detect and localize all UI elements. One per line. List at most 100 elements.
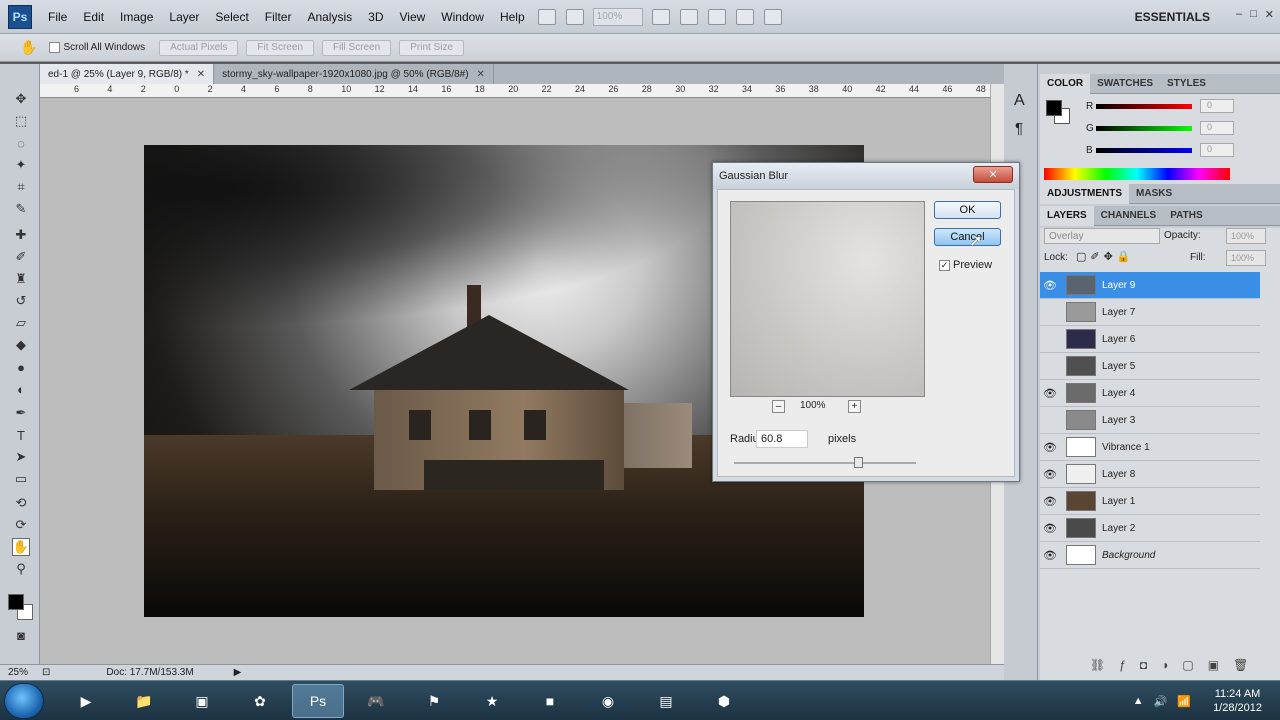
clone-stamp-tool-icon[interactable]: ♜: [12, 270, 30, 288]
red-slider[interactable]: R 0: [1086, 99, 1234, 113]
hand-tool-icon[interactable]: ✋: [12, 538, 30, 556]
photoshop-logo-icon[interactable]: Ps: [8, 4, 32, 29]
tab-color[interactable]: COLOR: [1040, 73, 1091, 94]
fill-field[interactable]: 100%: [1226, 250, 1266, 266]
taskbar-app-icon[interactable]: ▣: [176, 684, 228, 718]
status-options-icon[interactable]: ⊡: [42, 667, 50, 678]
menu-3d[interactable]: 3D: [360, 10, 391, 24]
menu-file[interactable]: File: [40, 10, 75, 24]
preview-zoom-in-button[interactable]: +: [848, 400, 861, 413]
color-spectrum[interactable]: [1044, 168, 1230, 180]
tab-swatches[interactable]: SWATCHES: [1090, 74, 1160, 94]
red-track[interactable]: [1096, 103, 1192, 109]
blend-mode-dropdown[interactable]: Overlay: [1044, 228, 1160, 244]
minimize-icon[interactable]: –: [1236, 8, 1242, 21]
hand-tool-icon[interactable]: [651, 8, 670, 25]
view-extras-icon[interactable]: [565, 8, 584, 25]
zoom-readout[interactable]: 25%: [8, 667, 28, 678]
visibility-eye-icon[interactable]: [1040, 353, 1060, 380]
taskbar-app-icon[interactable]: ■: [524, 684, 576, 718]
type-tool-icon[interactable]: T: [12, 426, 30, 444]
taskbar-app-icon[interactable]: ✿: [234, 684, 286, 718]
menu-filter[interactable]: Filter: [257, 10, 300, 24]
layer-thumbnail[interactable]: [1066, 302, 1096, 322]
close-icon[interactable]: ✕: [477, 69, 485, 80]
opacity-field[interactable]: 100%: [1226, 228, 1266, 244]
layer-row[interactable]: 👁 Layer 4: [1040, 380, 1260, 407]
print-size-button[interactable]: Print Size: [399, 39, 465, 56]
zoom-tool-icon[interactable]: [679, 8, 698, 25]
layer-row[interactable]: 👁 Layer 2: [1040, 515, 1260, 542]
layer-thumbnail[interactable]: [1066, 545, 1096, 565]
history-brush-tool-icon[interactable]: ↺: [12, 292, 30, 310]
tab-layers[interactable]: LAYERS: [1040, 205, 1094, 226]
taskbar-app-icon[interactable]: Ps: [292, 684, 344, 718]
maximize-icon[interactable]: □: [1250, 8, 1257, 21]
foreground-color-swatch[interactable]: [8, 594, 24, 610]
rotate-view-icon[interactable]: [707, 8, 726, 25]
zoom-tool-icon[interactable]: ⚲: [12, 560, 30, 578]
zoom-level-dropdown[interactable]: 100%: [592, 7, 643, 26]
actual-pixels-button[interactable]: Actual Pixels: [159, 39, 239, 56]
menu-view[interactable]: View: [391, 10, 433, 24]
eyedropper-tool-icon[interactable]: ✎: [12, 200, 30, 218]
layer-thumbnail[interactable]: [1066, 356, 1096, 376]
close-icon[interactable]: ✕: [197, 69, 205, 80]
marquee-tool-icon[interactable]: ⬚: [12, 112, 30, 130]
move-tool-icon[interactable]: ✥: [12, 90, 30, 108]
volume-icon[interactable]: 🔊: [1154, 695, 1168, 708]
menu-analysis[interactable]: Analysis: [299, 10, 360, 24]
taskbar-app-icon[interactable]: ★: [466, 684, 518, 718]
scroll-all-windows-checkbox[interactable]: Scroll All Windows: [49, 41, 145, 53]
tab-styles[interactable]: STYLES: [1160, 74, 1213, 94]
visibility-eye-icon[interactable]: 👁: [1040, 542, 1060, 569]
tab-adjustments[interactable]: ADJUSTMENTS: [1040, 183, 1130, 204]
layer-thumbnail[interactable]: [1066, 329, 1096, 349]
clock[interactable]: 11:24 AM 1/28/2012: [1213, 687, 1262, 715]
layer-thumbnail[interactable]: [1066, 410, 1096, 430]
magic-wand-tool-icon[interactable]: ✦: [12, 156, 30, 174]
paragraph-panel-icon[interactable]: ¶: [1015, 120, 1023, 137]
layer-row[interactable]: Layer 3: [1040, 407, 1260, 434]
green-track[interactable]: [1096, 125, 1192, 131]
menu-select[interactable]: Select: [207, 10, 256, 24]
shape-tool-icon[interactable]: ▭: [12, 470, 30, 488]
layer-row[interactable]: 👁 Vibrance 1: [1040, 434, 1260, 461]
taskbar-app-icon[interactable]: 📁: [118, 684, 170, 718]
layer-thumbnail[interactable]: [1066, 275, 1096, 295]
layer-row[interactable]: 👁 Layer 8: [1040, 461, 1260, 488]
layer-row[interactable]: Layer 7: [1040, 299, 1260, 326]
red-value[interactable]: 0: [1200, 99, 1234, 113]
fit-screen-button[interactable]: Fit Screen: [246, 39, 314, 56]
preview-checkbox[interactable]: ✓ Preview: [939, 259, 992, 271]
3d-orbit-tool-icon[interactable]: ⟳: [12, 516, 30, 534]
taskbar-app-icon[interactable]: ⚑: [408, 684, 460, 718]
color-fg-swatch[interactable]: [1046, 100, 1062, 116]
visibility-eye-icon[interactable]: [1040, 407, 1060, 434]
hand-tool-preset-icon[interactable]: ✋: [20, 39, 37, 56]
lock-icons[interactable]: ▢✐✥🔒: [1076, 250, 1135, 263]
taskbar-app-icon[interactable]: ◉: [582, 684, 634, 718]
menu-edit[interactable]: Edit: [75, 10, 112, 24]
bridge-icon[interactable]: [537, 8, 556, 25]
filter-preview[interactable]: [730, 201, 925, 397]
layer-actions-bar[interactable]: ⛓ƒ◘◑▢▣🗑: [1090, 658, 1262, 672]
visibility-eye-icon[interactable]: [1040, 299, 1060, 326]
visibility-eye-icon[interactable]: 👁: [1040, 488, 1060, 515]
taskbar-app-icon[interactable]: ⬢: [698, 684, 750, 718]
radius-slider-track[interactable]: [734, 462, 916, 464]
network-icon[interactable]: 📶: [1177, 695, 1191, 708]
visibility-eye-icon[interactable]: 👁: [1040, 515, 1060, 542]
blue-track[interactable]: [1096, 147, 1192, 153]
fill-screen-button[interactable]: Fill Screen: [321, 39, 392, 56]
green-value[interactable]: 0: [1200, 121, 1234, 135]
workspace-switcher[interactable]: ESSENTIALS: [1135, 10, 1210, 24]
radius-slider-thumb[interactable]: [854, 457, 863, 468]
layer-thumbnail[interactable]: [1066, 437, 1096, 457]
close-icon[interactable]: ✕: [1265, 8, 1274, 21]
tab-stormy-sky[interactable]: stormy_sky-wallpaper-1920x1080.jpg @ 50%…: [214, 64, 494, 84]
layer-row[interactable]: 👁 Layer 1: [1040, 488, 1260, 515]
status-menu-arrow-icon[interactable]: ▶: [234, 667, 242, 678]
blur-tool-icon[interactable]: ●: [12, 358, 30, 376]
taskbar-app-icon[interactable]: 🎮: [350, 684, 402, 718]
